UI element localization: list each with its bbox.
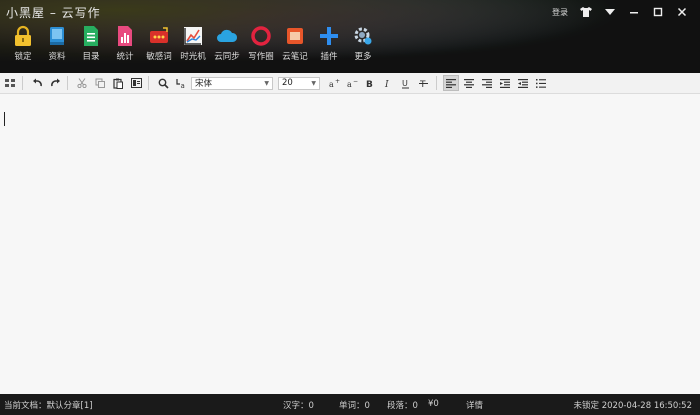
search-icon[interactable] xyxy=(155,75,171,91)
svg-text:U: U xyxy=(402,79,408,88)
italic-icon[interactable]: I xyxy=(380,75,396,91)
close-icon[interactable] xyxy=(670,4,694,20)
divider xyxy=(67,76,68,90)
window-controls: 登录 xyxy=(546,4,694,20)
indent-decrease-icon[interactable] xyxy=(497,75,513,91)
toolbar-item-lock[interactable]: 锁定 xyxy=(6,24,40,68)
divider xyxy=(436,76,437,90)
align-center-icon[interactable] xyxy=(461,75,477,91)
top-toolbar-area: 小黑屋 – 云写作 登录 锁定 资料 目录 统计 敏感词 时光机 云同步 写作圈… xyxy=(0,0,700,73)
note-icon xyxy=(287,28,303,44)
font-size-value: 20 xyxy=(282,78,293,88)
copy-icon[interactable] xyxy=(92,75,108,91)
svg-text:a: a xyxy=(180,82,184,89)
toolbar-item-cloud-sync[interactable]: 云同步 xyxy=(210,24,244,68)
minimize-icon[interactable] xyxy=(622,4,646,20)
status-bar: 当前文档：默认分章[1] 汉字：0 单词：0 段落：0 ¥0 详情 未锁定 20… xyxy=(0,394,700,415)
svg-text:I: I xyxy=(384,80,389,88)
bar-stats-icon xyxy=(118,26,132,46)
gear-more-icon xyxy=(354,27,372,45)
toolbar-item-cloud-notes[interactable]: 云笔记 xyxy=(278,24,312,68)
font-family-select[interactable]: 宋体 ▼ xyxy=(191,76,273,90)
toolbar-label: 目录 xyxy=(82,52,100,62)
lock-icon xyxy=(15,25,31,46)
skin-shirt-icon[interactable] xyxy=(574,4,598,20)
list-icon[interactable] xyxy=(533,75,549,91)
toolbar-label: 云同步 xyxy=(214,52,240,62)
document-list-icon xyxy=(84,26,98,46)
font-shrink-icon[interactable]: a − xyxy=(344,75,360,91)
toolbar-label: 云笔记 xyxy=(282,52,308,62)
toolbar-label: 统计 xyxy=(116,52,134,62)
menu-dropdown-icon[interactable] xyxy=(598,4,622,20)
svg-text:B: B xyxy=(366,80,373,88)
toolbar-label: 时光机 xyxy=(180,52,206,62)
toolbar-label: 锁定 xyxy=(14,52,32,62)
money-count: ¥0 xyxy=(428,399,439,409)
maximize-icon[interactable] xyxy=(646,4,670,20)
toolbar-item-writing-circle[interactable]: 写作圈 xyxy=(244,24,278,68)
login-button[interactable]: 登录 xyxy=(546,4,574,20)
toolbar-label: 资料 xyxy=(48,52,66,62)
char-count: 汉字：0 xyxy=(283,401,314,411)
toolbar-label: 更多 xyxy=(354,52,372,62)
toolbar-item-time-machine[interactable]: 时光机 xyxy=(176,24,210,68)
toolbar-label: 插件 xyxy=(320,52,338,62)
toolbar-item-sensitive-words[interactable]: 敏感词 xyxy=(142,24,176,68)
svg-text:a: a xyxy=(347,80,352,88)
strikethrough-icon[interactable]: T xyxy=(416,75,432,91)
align-right-icon[interactable] xyxy=(479,75,495,91)
text-caret xyxy=(4,112,5,126)
cut-icon[interactable] xyxy=(74,75,90,91)
chevron-down-icon: ▼ xyxy=(311,79,316,87)
chevron-down-icon: ▼ xyxy=(264,79,269,87)
undo-icon[interactable] xyxy=(29,75,45,91)
circle-ring-icon xyxy=(251,26,271,46)
main-toolbar: 锁定 资料 目录 统计 敏感词 时光机 云同步 写作圈 云笔记 插件 更多 xyxy=(6,24,380,68)
redo-icon[interactable] xyxy=(47,75,63,91)
bold-icon[interactable]: B xyxy=(362,75,378,91)
toolbar-label: 写作圈 xyxy=(248,52,274,62)
toolbar-item-plugins[interactable]: 插件 xyxy=(312,24,346,68)
format-painter-icon[interactable] xyxy=(128,75,144,91)
font-size-select[interactable]: 20 ▼ xyxy=(278,76,320,90)
paste-icon[interactable] xyxy=(110,75,126,91)
align-left-icon[interactable] xyxy=(443,75,459,91)
chart-timeline-icon xyxy=(184,27,202,45)
text-editor[interactable] xyxy=(0,94,700,394)
underline-icon[interactable]: U xyxy=(398,75,414,91)
toolbar-item-materials[interactable]: 资料 xyxy=(40,24,74,68)
app-title: 小黑屋 – 云写作 xyxy=(6,6,101,20)
replace-icon[interactable]: a xyxy=(173,75,189,91)
details-link[interactable]: 详情 xyxy=(466,399,483,411)
divider xyxy=(22,76,23,90)
svg-text:−: − xyxy=(353,78,358,85)
toolbar-label: 敏感词 xyxy=(146,52,172,62)
toolbar-item-more[interactable]: 更多 xyxy=(346,24,380,68)
toolbar-item-stats[interactable]: 统计 xyxy=(108,24,142,68)
paragraph-count: 段落：0 xyxy=(387,401,418,411)
toolbar-item-catalog[interactable]: 目录 xyxy=(74,24,108,68)
divider xyxy=(148,76,149,90)
book-icon xyxy=(50,27,64,45)
cloud-icon xyxy=(217,29,238,42)
svg-text:a: a xyxy=(329,80,334,88)
grid-menu-icon[interactable] xyxy=(2,75,18,91)
svg-text:+: + xyxy=(335,78,340,85)
lock-time-status: 未锁定 2020-04-28 16:50:52 xyxy=(573,401,692,411)
current-document: 当前文档：默认分章[1] xyxy=(4,401,93,411)
plus-icon xyxy=(320,27,338,45)
format-toolbar: a 宋体 ▼ 20 ▼ a+ a− B I U T xyxy=(0,73,700,94)
word-count: 单词：0 xyxy=(339,401,370,411)
font-grow-icon[interactable]: a + xyxy=(326,75,342,91)
sensitive-words-icon xyxy=(150,27,168,43)
indent-increase-icon[interactable] xyxy=(515,75,531,91)
font-family-value: 宋体 xyxy=(195,79,213,89)
